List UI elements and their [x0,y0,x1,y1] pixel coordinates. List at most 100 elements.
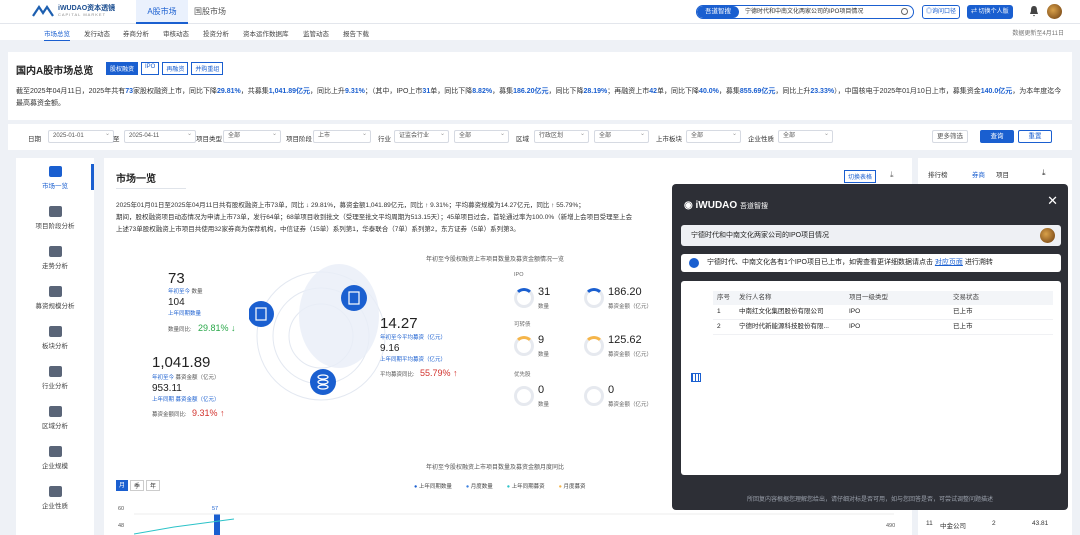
date-to-field[interactable]: 2025-04-11 [124,129,196,143]
nature-select[interactable]: 全部 [778,129,833,143]
ask-button[interactable]: ◎询问口径 [922,5,961,19]
industry-standard-select[interactable]: 证监会行业 [394,129,449,143]
region-type-select[interactable]: 行政区划 [534,129,589,143]
switch-personal-button[interactable]: ⇄ 切换个人版 [967,5,1013,19]
legend-prev-amount[interactable]: ● 上年同期募资 [507,482,545,490]
query-button[interactable]: 查询 [980,130,1014,143]
summary-part: 186.20亿元 [513,88,549,95]
period-tab-year[interactable]: 年 [146,480,161,491]
sidebar-item-overview[interactable]: 市场一览 [16,158,94,196]
sidebar-item-size[interactable]: 企业规模 [16,438,94,476]
project-type-label: 项目类型 [196,136,222,143]
legend-month-count[interactable]: ● 月度数量 [466,482,493,490]
chip-refinance[interactable]: 再融资 [162,62,189,75]
ranking-title: 排行榜 [928,172,948,179]
brand-logo[interactable]: iWUDAO资本透镜 CAPITAL MARKET [32,5,115,17]
subnav-review[interactable]: 审核动态 [163,28,189,38]
summary-part: ，同比下降 [548,88,584,95]
search-input[interactable]: 宁德时代和中南文化两家公司的IPO项目情况 [745,6,863,18]
sidebar-item-industry[interactable]: 行业分析 [16,358,94,396]
pref-amount-label: 募资金额（亿元） [608,402,653,408]
search-icon[interactable] [901,8,908,15]
subnav-overview[interactable]: 市场总览 [44,28,70,41]
sidebar-item-stage[interactable]: 项目阶段分析 [16,198,94,236]
sidebar-item-board[interactable]: 板块分析 [16,318,94,356]
building-icon [48,446,62,457]
search-bar[interactable]: 吾道智搜 宁德时代和中南文化两家公司的IPO项目情况 [696,5,914,19]
subnav-report[interactable]: 报告下载 [343,28,369,38]
ranking-tab-broker[interactable]: 券商 [972,169,985,179]
amount-yoy-value: 9.31% ↑ [192,408,225,418]
result-card: 序号 发行人名称 项目一级类型 交易状态 1 中南红文化集团股份有限公司 IPO 已上市 2… [681,281,1061,475]
table-row[interactable]: 2 宁德时代新能源科技股份有限... IPO 已上市 [713,320,1053,335]
ranking-download-icon[interactable]: ⤓ [1042,168,1046,178]
sidebar-item-nature[interactable]: 企业性质 [16,478,94,516]
download-icon[interactable]: ⤓ [890,170,894,180]
summary-part: ，募集 [492,88,514,95]
sidebar-item-region[interactable]: 区域分析 [16,398,94,436]
subnav-broker[interactable]: 券商分析 [123,28,149,38]
prev-count-value: 104 [168,297,185,308]
avatar[interactable] [1047,4,1062,19]
ranking-row[interactable]: 11 中金公司 2 43.81 [926,520,1066,530]
summary-part: ，同比上升 [310,88,345,95]
board-label: 上市板块 [656,136,682,143]
brand-name: iWUDAO资本透镜 [58,5,116,12]
table-row[interactable]: 1 中南红文化集团股份有限公司 IPO 已上市 [713,305,1053,320]
summary-part: 单，同比下降 [657,88,700,95]
period-tab-quarter[interactable]: 季 [130,480,145,491]
subnav-capital-db[interactable]: 资本运作数据库 [243,28,289,38]
region-select[interactable]: 全部 [594,129,649,143]
overview-summary: 截至2025年04月11日，2025年共有73家股权融资上市，同比下降29.81… [16,86,1066,110]
tab-a-share[interactable]: A股市场 [136,0,188,24]
board-select[interactable]: 全部 [686,129,741,143]
reset-button[interactable]: 重置 [1018,130,1052,143]
ipo-count-value: 31 [538,286,551,298]
period-tab-month[interactable]: 月 [116,480,129,491]
cb-amount-ring [584,336,604,356]
sub-nav: 市场总览 发行动态 券商分析 审核动态 投资分析 资本运作数据库 监管动态 报告… [0,24,1080,41]
answer-link[interactable]: 对应页面 [935,259,963,266]
project-stage-select[interactable]: 上市 [313,129,371,143]
sidebar-item-trend[interactable]: 走势分析 [16,238,94,276]
summary-part: ；再融资上市 [607,88,650,95]
subnav-regulation[interactable]: 监管动态 [303,28,329,38]
summary-part: 23.33% [810,88,835,95]
summary-part: ；（其中，IPO上市 [364,88,423,95]
y-tick-48: 48 [118,523,125,529]
tab-hk-share[interactable]: 国股市场 [188,0,232,24]
date-from-field[interactable]: 2025-01-01 [48,129,114,143]
analysis-sidebar: 市场一览 项目阶段分析 走势分析 募资规模分析 板块分析 行业分析 区域分析 企… [16,158,94,535]
chart-legend: ● 上年同期数量 ● 月度数量 ● 上年同期募资 ● 月度募资 [414,482,586,490]
project-type-select[interactable]: 全部 [223,129,281,143]
ranking-tab-project[interactable]: 项目 [996,169,1009,179]
more-filters-button[interactable]: 更多筛选 [932,130,968,143]
sidebar-item-scale[interactable]: 募资规模分析 [16,278,94,316]
chip-mna[interactable]: 并购重组 [191,62,224,75]
subnav-issue[interactable]: 发行动态 [84,28,110,38]
summary-part: ，共募集 [240,88,269,95]
legend-month-amount[interactable]: ● 月度募资 [559,482,586,490]
switch-table-button[interactable]: 切换表格 [844,170,877,183]
industry-select[interactable]: 全部 [454,129,509,143]
industry-label: 行业 [378,136,391,143]
prev-avg-value: 9.16 [380,343,400,354]
search-mode-pill[interactable]: 吾道智搜 [697,6,739,18]
region-label: 区域 [516,136,529,143]
chip-ipo[interactable]: IPO [141,62,160,75]
subnav-invest[interactable]: 投资分析 [203,28,229,38]
count-yoy-label: 数量同比: [168,327,192,333]
cb-count-ring [514,336,534,356]
legend-prev-count[interactable]: ● 上年同期数量 [414,482,452,490]
monthly-chart-title: 年初至今股权融资上市项目数量及募资金额月度同比 [426,465,565,471]
prev-amount-value: 953.11 [152,383,182,394]
table-grid-icon[interactable] [691,373,701,382]
ipo-amount-label: 募资金额（亿元） [608,304,653,310]
bell-icon[interactable] [1029,5,1039,17]
summary-part: 28.19% [583,88,608,95]
close-icon[interactable]: ✕ [1047,193,1058,209]
count-label: 年初至今 数量 [168,289,203,295]
chip-equity[interactable]: 股权融资 [106,62,139,75]
update-note: 数据更新至4月11日 [1012,31,1064,37]
cb-count-label: 数量 [538,352,550,358]
